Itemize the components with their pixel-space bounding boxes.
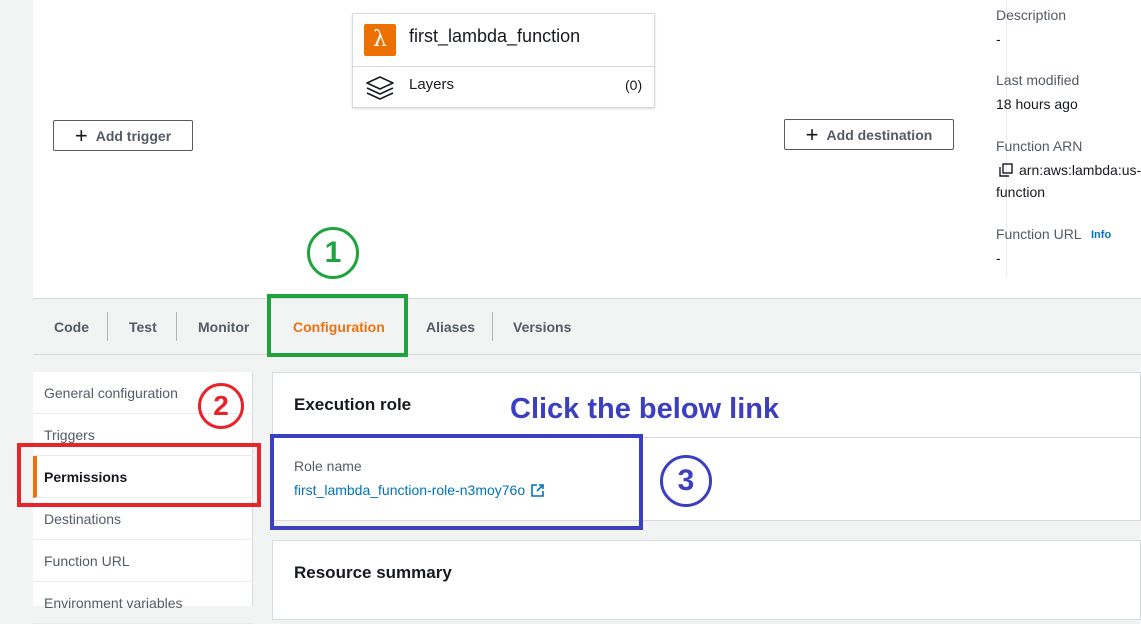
divider (107, 312, 108, 341)
add-trigger-label: Add trigger (95, 127, 172, 144)
resource-summary-panel: Resource summary (272, 540, 1141, 620)
layers-icon (366, 76, 394, 100)
function-arn-value: arn:aws:lambda:us- (1019, 162, 1141, 178)
add-destination-button[interactable]: + Add destination (784, 119, 954, 150)
info-link[interactable]: Info (1091, 229, 1111, 241)
function-arn-value-cont: function (996, 184, 1046, 200)
add-trigger-button[interactable]: + Add trigger (53, 120, 193, 151)
tab-test[interactable]: Test (129, 319, 157, 335)
divider (353, 66, 654, 67)
function-arn-label: Function ARN (996, 138, 1083, 154)
divider (176, 312, 177, 341)
layers-count: (0) (625, 77, 643, 93)
annotation-step-1: 1 (307, 227, 359, 279)
description-value: - (996, 31, 1001, 47)
function-card[interactable]: λ first_lambda_function Layers (0) (352, 13, 655, 108)
divider (492, 312, 493, 341)
function-url-value: - (996, 250, 1001, 266)
tab-monitor[interactable]: Monitor (198, 319, 249, 335)
highlight-box-role-link (270, 434, 643, 530)
highlight-box-configuration (267, 294, 408, 357)
plus-icon: + (74, 122, 88, 148)
copy-icon[interactable] (999, 163, 1013, 177)
description-label: Description (996, 7, 1067, 23)
sidenav-item-environment-variables[interactable]: Environment variables (33, 582, 253, 624)
function-name: first_lambda_function (409, 26, 581, 46)
layers-label[interactable]: Layers (409, 76, 454, 93)
lambda-icon: λ (364, 24, 396, 56)
function-url-label: Function URL (996, 226, 1082, 242)
annotation-step-2: 2 (198, 383, 244, 429)
tab-versions[interactable]: Versions (513, 319, 571, 335)
last-modified-label: Last modified (996, 72, 1080, 88)
highlight-box-permissions (17, 443, 261, 507)
tab-aliases[interactable]: Aliases (426, 319, 475, 335)
plus-icon: + (805, 121, 819, 147)
last-modified-value: 18 hours ago (996, 96, 1078, 112)
tab-bar: Code Test Monitor Configuration Aliases … (33, 300, 1141, 355)
annotation-step-3: 3 (660, 455, 712, 507)
add-destination-label: Add destination (826, 126, 933, 143)
annotation-instruction: Click the below link (510, 393, 780, 425)
execution-role-title: Execution role (294, 395, 412, 414)
tab-code[interactable]: Code (54, 319, 89, 335)
resource-summary-title: Resource summary (294, 563, 452, 582)
sidenav-item-function-url[interactable]: Function URL (33, 540, 253, 582)
